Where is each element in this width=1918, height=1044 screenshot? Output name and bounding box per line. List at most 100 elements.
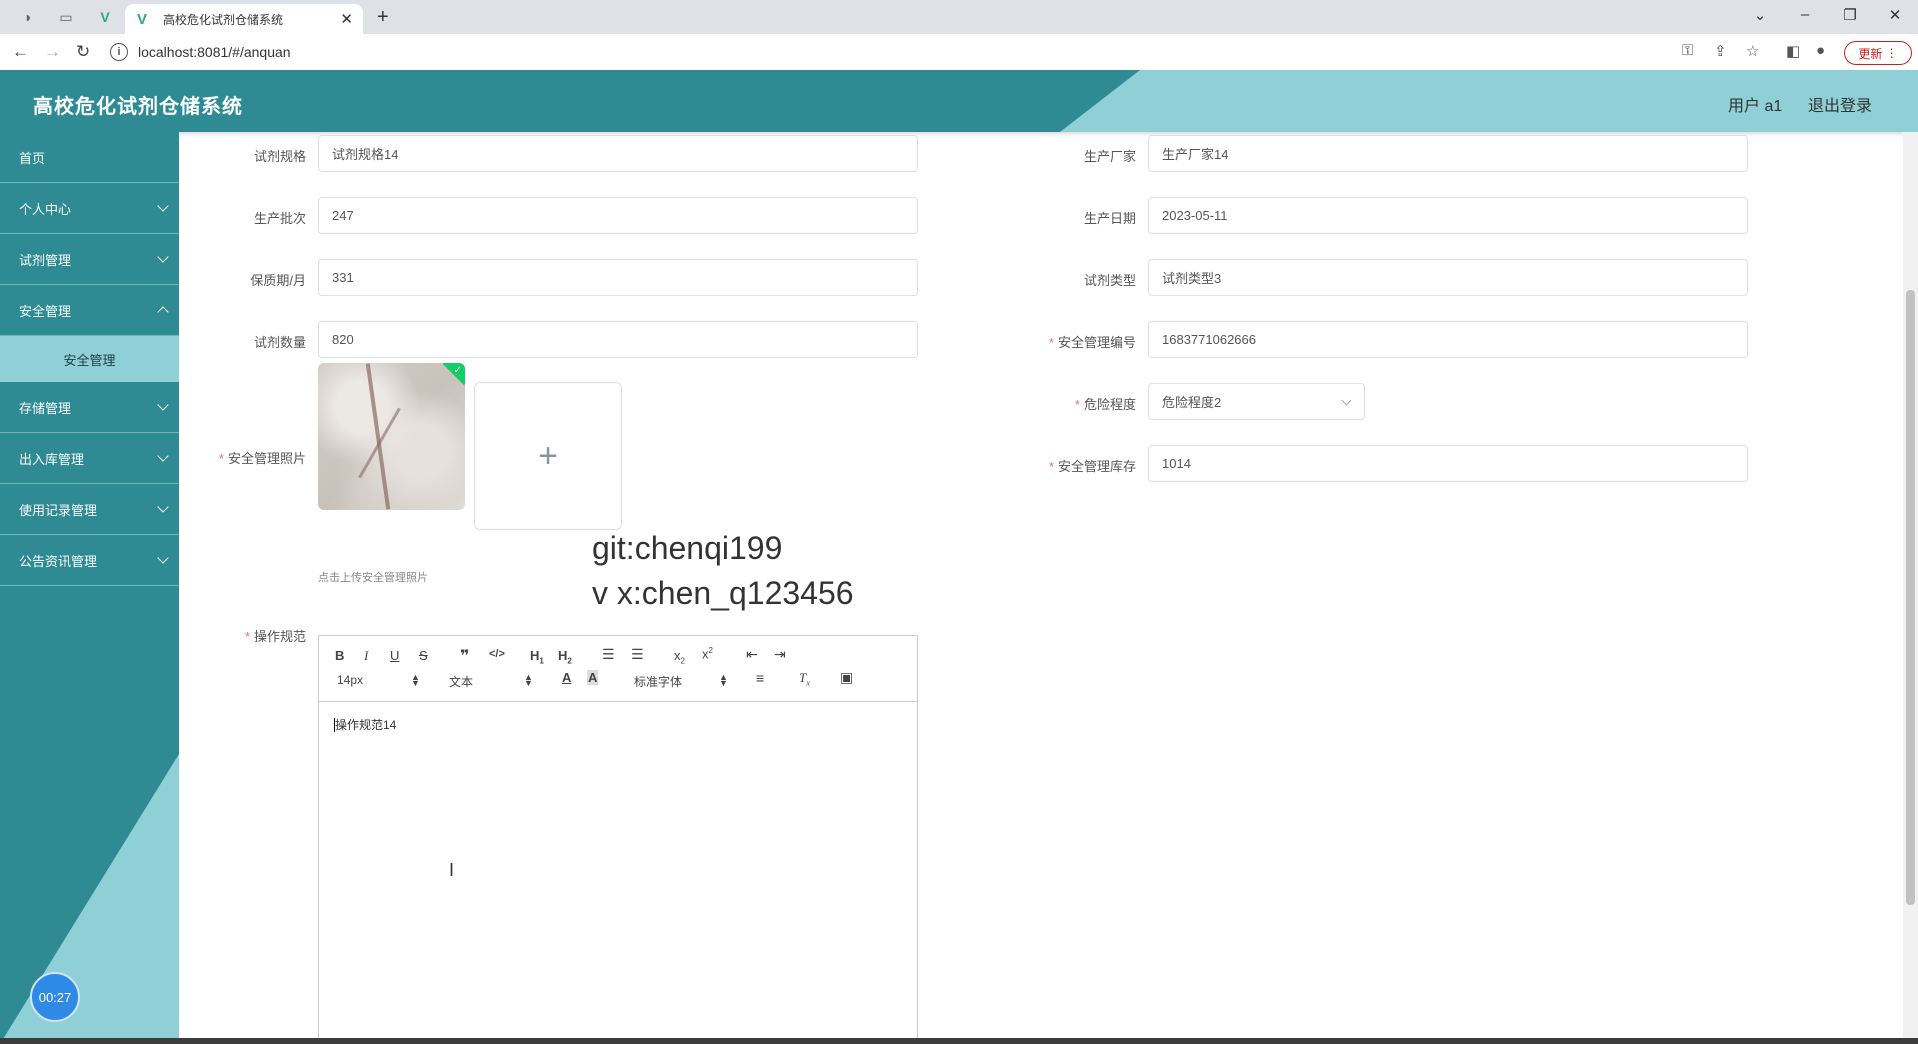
- label-date: 生产日期: [1083, 211, 1136, 226]
- label-code: * 安全管理编号: [1000, 332, 1136, 351]
- logout-link[interactable]: 退出登录: [1808, 92, 1872, 116]
- indent-icon[interactable]: ⇥: [774, 646, 786, 663]
- outdent-icon[interactable]: ⇤: [746, 646, 758, 663]
- sidebar-item-home[interactable]: 首页: [0, 132, 179, 183]
- watermark-line-2: v x:chen_q123456: [592, 575, 854, 611]
- quantity-input[interactable]: 820: [318, 321, 918, 358]
- ordered-list-icon[interactable]: ☰: [602, 646, 615, 663]
- required-mark: *: [1048, 335, 1054, 350]
- maker-input[interactable]: 生产厂家14: [1148, 135, 1748, 172]
- subscript-icon[interactable]: x2: [674, 648, 685, 666]
- restore-icon[interactable]: ❐: [1840, 6, 1860, 24]
- label-stock-text: 安全管理库存: [1057, 459, 1136, 474]
- profile-icon[interactable]: ●: [1816, 42, 1825, 59]
- header-decoration: [1060, 70, 1918, 132]
- check-icon: ✓: [453, 365, 462, 376]
- pinned-vue-tab-icon[interactable]: V: [94, 6, 116, 28]
- label-qty: 试剂数量: [253, 335, 306, 350]
- chevron-down-icon: [157, 251, 169, 263]
- superscript-icon[interactable]: x2: [702, 646, 713, 661]
- pinned-tab-icon[interactable]: ◑: [16, 6, 38, 28]
- browser-toolbar: ← → ↻ i localhost:8081/#/anquan ⚿ ⇪ ☆ ◧ …: [0, 34, 1918, 71]
- tab-search-icon[interactable]: ⌄: [1750, 6, 1770, 24]
- label-photo-text: 安全管理照片: [227, 451, 306, 466]
- app-header: 高校危化试剂仓储系统 用户 a1 退出登录: [0, 70, 1918, 132]
- required-mark: *: [1074, 397, 1080, 412]
- bullet-list-icon[interactable]: ☰: [631, 646, 644, 663]
- new-tab-icon[interactable]: +: [377, 6, 389, 29]
- address-bar[interactable]: i localhost:8081/#/anquan: [110, 39, 1670, 65]
- plus-icon: +: [538, 436, 558, 475]
- site-info-icon[interactable]: i: [110, 43, 128, 61]
- reload-icon[interactable]: ↻: [76, 42, 90, 62]
- font-color-icon[interactable]: A: [562, 670, 571, 685]
- browser-tab-bar: ◑ ▭ V V 高校危化试剂仓储系统 ✕ + ⌄ – ❐ ✕: [0, 0, 1918, 34]
- minimize-icon[interactable]: –: [1795, 6, 1815, 23]
- close-window-icon[interactable]: ✕: [1885, 6, 1905, 24]
- align-icon[interactable]: ≡: [756, 670, 764, 686]
- uploaded-photo[interactable]: ✓: [318, 363, 465, 510]
- watermark-line-1: git:chenqi199: [592, 530, 783, 566]
- back-icon[interactable]: ←: [12, 42, 29, 62]
- sidebar-item-news[interactable]: 公告资讯管理: [0, 535, 179, 586]
- timer-badge[interactable]: 00:27: [30, 972, 80, 1022]
- italic-icon[interactable]: I: [364, 648, 368, 664]
- sidebar-subitem-safety[interactable]: 安全管理: [0, 336, 179, 382]
- sidebar-item-usage[interactable]: 使用记录管理: [0, 484, 179, 535]
- blockquote-icon[interactable]: ❞: [460, 646, 469, 666]
- code-input[interactable]: 1683771062666: [1148, 321, 1748, 358]
- editor-content[interactable]: 操作规范14: [334, 716, 397, 733]
- url-text: localhost:8081/#/anquan: [138, 44, 291, 60]
- label-danger: * 危险程度: [1000, 394, 1136, 413]
- image-icon[interactable]: ▣: [840, 669, 853, 686]
- background-color-icon[interactable]: A: [587, 670, 599, 685]
- close-tab-icon[interactable]: ✕: [340, 10, 353, 28]
- danger-select[interactable]: 危险程度2: [1148, 383, 1365, 420]
- strikethrough-icon[interactable]: S: [419, 648, 428, 663]
- bookmark-star-icon[interactable]: ☆: [1746, 42, 1759, 60]
- editor-toolbar: B I U S ❞ </> H1 H2 ☰ ☰ x2 x2 ⇤ ⇥ 14px ▲…: [319, 636, 917, 702]
- label-rules-text: 操作规范: [253, 629, 306, 644]
- label-shelf: 保质期/月: [250, 273, 306, 288]
- danger-select-value: 危险程度2: [1162, 395, 1222, 410]
- underline-icon[interactable]: U: [390, 648, 399, 663]
- sidebar-item-storage[interactable]: 存储管理: [0, 382, 179, 433]
- pinned-tab-icon[interactable]: ▭: [55, 6, 77, 28]
- side-panel-icon[interactable]: ◧: [1786, 42, 1800, 60]
- h1-icon[interactable]: H1: [530, 648, 544, 666]
- sidebar-item-safety[interactable]: 安全管理: [0, 285, 179, 336]
- chevron-down-icon: [1341, 395, 1352, 406]
- type-input[interactable]: 试剂类型3: [1148, 259, 1748, 296]
- date-input[interactable]: 2023-05-11: [1148, 197, 1748, 234]
- share-icon[interactable]: ⇪: [1714, 42, 1727, 60]
- batch-input[interactable]: 247: [318, 197, 918, 234]
- update-button[interactable]: 更新 ⋮: [1844, 41, 1912, 65]
- rich-text-editor[interactable]: B I U S ❞ </> H1 H2 ☰ ☰ x2 x2 ⇤ ⇥ 14px ▲…: [318, 635, 918, 1044]
- forward-icon[interactable]: →: [44, 42, 61, 62]
- spec-input[interactable]: 试剂规格14: [318, 135, 918, 172]
- label-batch: 生产批次: [253, 211, 306, 226]
- code-block-icon[interactable]: </>: [489, 648, 505, 660]
- upload-plus-button[interactable]: +: [474, 382, 622, 530]
- chevron-up-icon: [157, 306, 169, 318]
- sidebar-item-label: 个人中心: [19, 201, 72, 217]
- active-tab[interactable]: V 高校危化试剂仓储系统 ✕: [125, 4, 363, 34]
- font-family-select[interactable]: 标准字体: [634, 673, 682, 690]
- label-rules: * 操作规范: [200, 626, 306, 645]
- sidebar-item-personal[interactable]: 个人中心: [0, 183, 179, 234]
- clear-format-icon[interactable]: Tx: [799, 670, 810, 688]
- scrollbar-thumb[interactable]: [1906, 290, 1915, 905]
- shelf-life-input[interactable]: 331: [318, 259, 918, 296]
- sidebar-item-inout[interactable]: 出入库管理: [0, 433, 179, 484]
- bold-icon[interactable]: B: [335, 648, 344, 663]
- key-icon[interactable]: ⚿: [1682, 42, 1693, 59]
- required-mark: *: [244, 629, 250, 644]
- h2-icon[interactable]: H2: [558, 648, 572, 666]
- required-mark: *: [1048, 459, 1054, 474]
- font-size-select[interactable]: 14px: [337, 673, 363, 687]
- stock-input[interactable]: 1014: [1148, 445, 1748, 482]
- text-style-select[interactable]: 文本: [449, 673, 473, 690]
- sidebar-item-reagent[interactable]: 试剂管理: [0, 234, 179, 285]
- vue-logo-icon: V: [137, 10, 148, 28]
- select-arrows-icon: ▲ ▼: [719, 672, 728, 688]
